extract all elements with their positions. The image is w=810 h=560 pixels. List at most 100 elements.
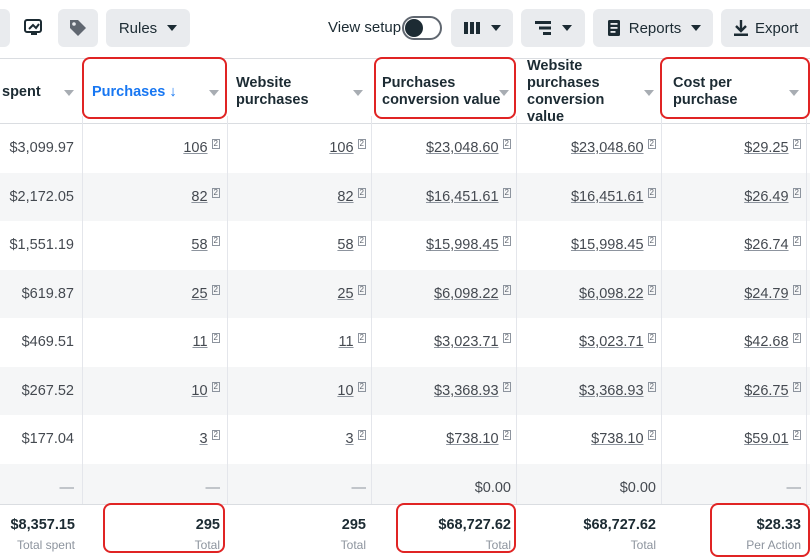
reports-button[interactable]: Reports [593,9,713,47]
footnote-mark[interactable]: 2 [357,236,366,247]
footnote-mark[interactable]: 2 [211,430,220,441]
table-cell[interactable]: $16,451.61 2 [519,173,656,222]
rules-button[interactable]: Rules [106,9,190,47]
ab-test-button[interactable] [14,9,54,47]
footnote-mark[interactable]: 2 [502,284,511,295]
footnote-mark[interactable]: 2 [792,236,801,247]
column-divider [806,116,807,560]
footnote-mark[interactable]: 2 [211,284,220,295]
table-cell[interactable]: $738.10 2 [519,415,656,464]
table-cell[interactable]: 25 2 [228,270,366,319]
table-cell[interactable]: 10 2 [228,367,366,416]
sort-icon[interactable] [789,90,799,96]
table-cell[interactable]: 58 2 [228,221,366,270]
table-cell[interactable]: $6,098.22 2 [374,270,511,319]
table-cell[interactable]: $6,098.22 2 [519,270,656,319]
table-cell[interactable]: $3,023.71 2 [519,318,656,367]
footnote-mark[interactable]: 2 [647,236,656,247]
footnote-mark[interactable]: 2 [357,430,366,441]
cell-value: $3,368.93 [434,382,499,399]
footnote-mark[interactable]: 2 [211,381,220,392]
cell-value: $6,098.22 [434,285,499,302]
table-cell[interactable]: $59.01 2 [665,415,801,464]
footnote-mark[interactable]: 2 [357,381,366,392]
footnote-mark[interactable]: 2 [502,333,511,344]
footnote-mark[interactable]: 2 [211,333,220,344]
header-label: Website purchases conversion value [527,58,605,125]
table-cell[interactable]: 32 [84,415,220,464]
footnote-mark[interactable]: 2 [792,139,801,150]
footnote-mark[interactable]: 2 [647,430,656,441]
sort-icon[interactable] [209,90,219,96]
footnote-mark[interactable]: 2 [792,381,801,392]
toggle-knob [405,19,423,37]
table-cell[interactable]: 11 2 [84,318,220,367]
sort-icon[interactable] [353,90,363,96]
table-cell[interactable]: $42.68 2 [665,318,801,367]
header-website-purchases-conversion-value[interactable]: Website purchases conversion value [519,58,661,125]
footnote-mark[interactable]: 2 [647,284,656,295]
table-cell[interactable]: $738.10 2 [374,415,511,464]
footnote-mark[interactable]: 2 [502,139,511,150]
table-cell[interactable]: $24.79 2 [665,270,801,319]
table-cell[interactable]: 82 2 [84,173,220,222]
tag-button[interactable] [58,9,98,47]
sort-icon[interactable] [499,90,509,96]
table-cell[interactable]: 106 2 [228,124,366,173]
table-cell[interactable]: 58 2 [84,221,220,270]
table-cell[interactable]: 82 2 [228,173,366,222]
footnote-mark[interactable]: 2 [792,333,801,344]
header-website-purchases[interactable]: Website purchases [228,59,370,125]
footnote-mark[interactable]: 2 [211,236,220,247]
footnote-mark[interactable]: 2 [502,187,511,198]
header-label: Purchases ↓ [92,83,177,100]
footnote-mark[interactable]: 2 [647,381,656,392]
footnote-mark[interactable]: 2 [502,430,511,441]
table-cell[interactable]: 32 [228,415,366,464]
table-cell[interactable]: 10 2 [84,367,220,416]
table-cell[interactable]: $26.49 2 [665,173,801,222]
footnote-mark[interactable]: 2 [211,139,220,150]
sort-icon[interactable] [64,90,74,96]
footnote-mark[interactable]: 2 [647,139,656,150]
footnote-mark[interactable]: 2 [211,187,220,198]
table-cell: $469.51 [0,318,74,367]
footnote-mark[interactable]: 2 [502,236,511,247]
partial-button[interactable] [0,9,10,47]
breakdown-button[interactable] [521,9,585,47]
cell-value: $26.75 [744,382,789,399]
cell-value: 3 [345,431,354,448]
table-cell[interactable]: $29.25 2 [665,124,801,173]
table-cell[interactable]: 106 2 [84,124,220,173]
footnote-mark[interactable]: 2 [357,284,366,295]
footnote-mark[interactable]: 2 [792,284,801,295]
export-button[interactable]: Export [721,9,810,47]
header-cost-per-purchase[interactable]: Cost per purchase [665,59,807,125]
table-cell[interactable]: $3,368.93 2 [519,367,656,416]
table-cell[interactable]: $26.75 2 [665,367,801,416]
footnote-mark[interactable]: 2 [357,187,366,198]
table-cell[interactable]: $23,048.60 2 [519,124,656,173]
sort-icon[interactable] [644,90,654,96]
header-purchases-conversion-value[interactable]: Purchases conversion value [374,59,516,125]
view-setup-toggle[interactable] [402,16,442,40]
table-cell[interactable]: $23,048.60 2 [374,124,511,173]
table-cell[interactable]: $3,023.71 2 [374,318,511,367]
table-cell[interactable]: $15,998.45 2 [519,221,656,270]
table-cell[interactable]: $16,451.61 2 [374,173,511,222]
footnote-mark[interactable]: 2 [502,381,511,392]
cell-value: $26.49 [744,188,789,205]
columns-button[interactable] [451,9,513,47]
table-cell[interactable]: 11 2 [228,318,366,367]
footnote-mark[interactable]: 2 [647,333,656,344]
table-cell[interactable]: $3,368.93 2 [374,367,511,416]
header-purchases[interactable]: Purchases ↓ [84,59,226,125]
table-cell[interactable]: $15,998.45 2 [374,221,511,270]
footnote-mark[interactable]: 2 [357,139,366,150]
footnote-mark[interactable]: 2 [792,187,801,198]
table-cell[interactable]: $26.74 2 [665,221,801,270]
table-cell[interactable]: 25 2 [84,270,220,319]
footnote-mark[interactable]: 2 [792,430,801,441]
footnote-mark[interactable]: 2 [647,187,656,198]
footnote-mark[interactable]: 2 [357,333,366,344]
